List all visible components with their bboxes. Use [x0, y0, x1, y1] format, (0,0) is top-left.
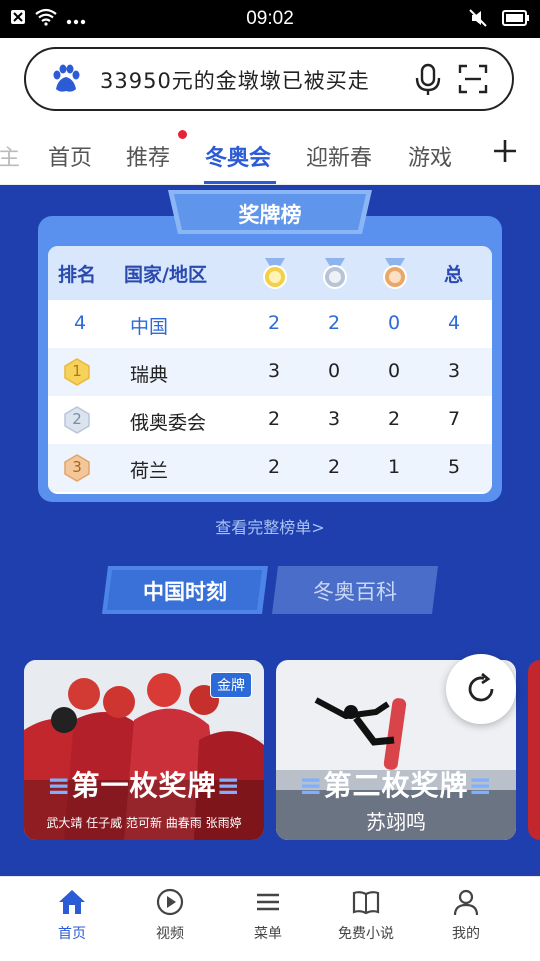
home-icon [57, 890, 87, 921]
header-total: 总 [444, 264, 464, 286]
battery-icon [502, 10, 530, 30]
card-title: ≡第二枚奖牌≡ [299, 769, 493, 802]
medal-row-roc[interactable]: 2 俄奥委会 2 3 2 7 [48, 396, 492, 444]
header-country: 国家/地区 [124, 264, 207, 286]
total-count: 3 [448, 360, 461, 382]
scan-icon[interactable] [458, 64, 488, 98]
medal-table: 排名 国家/地区 总 4 中国 2 2 0 4 1 瑞典 3 0 0 3 2 俄… [48, 246, 492, 494]
rank-3-badge-icon: 3 [64, 454, 90, 482]
header: 33950元的金墩墩已被买走 主 首页 推荐 冬奥会 迎新春 游戏 [0, 38, 540, 185]
bronze-count: 0 [388, 360, 401, 382]
nav-profile[interactable]: 我的 [416, 887, 516, 943]
gold-medal-icon [260, 256, 290, 294]
medal-row-netherlands[interactable]: 3 荷兰 2 2 1 5 [48, 444, 492, 492]
nav-label: 免费小说 [338, 926, 394, 942]
notification-dot [178, 130, 187, 139]
active-tab-indicator [204, 181, 276, 184]
channel-tabs: 主 首页 推荐 冬奥会 迎新春 游戏 [0, 124, 540, 185]
moment-card-first-medal[interactable]: 金牌 ≡第一枚奖牌≡ 武大靖 任子威 范可新 曲春雨 张雨婷 [24, 660, 264, 840]
search-hint-text[interactable]: 33950元的金墩墩已被买走 [100, 65, 370, 95]
country-name: 荷兰 [130, 460, 169, 482]
gold-medal-badge: 金牌 [210, 672, 252, 698]
bronze-medal-icon [380, 256, 410, 294]
card-title-text: 第一枚奖牌 [71, 769, 217, 802]
medal-row-china[interactable]: 4 中国 2 2 0 4 [48, 300, 492, 348]
user-icon [451, 889, 481, 921]
nav-home[interactable]: 首页 [22, 887, 122, 943]
rank-number: 1 [72, 362, 82, 380]
gold-count: 2 [268, 312, 281, 334]
segment-label: 冬奥百科 [313, 580, 397, 604]
total-count: 7 [448, 408, 461, 430]
view-full-ranking-link[interactable]: 查看完整榜单> [0, 514, 540, 538]
card-athletes: 武大靖 任子威 范可新 曲春雨 张雨婷 [46, 816, 242, 830]
nav-video[interactable]: 视频 [120, 887, 220, 943]
nav-menu[interactable]: 菜单 [218, 887, 318, 943]
segment-china-moment[interactable]: 中国时刻 [102, 566, 268, 614]
rank-2-badge-icon: 2 [64, 406, 90, 434]
medal-board-title-plaque: 奖牌榜 [160, 190, 380, 234]
next-card-peek[interactable] [528, 660, 540, 840]
silver-medal-icon [320, 256, 350, 294]
menu-icon [253, 893, 283, 921]
nav-label: 首页 [58, 926, 86, 942]
medal-row-sweden[interactable]: 1 瑞典 3 0 0 3 [48, 348, 492, 396]
silver-count: 2 [328, 456, 341, 478]
card-title: ≡第一枚奖牌≡ [47, 769, 241, 802]
header-rank: 排名 [58, 264, 97, 286]
microphone-icon[interactable] [414, 63, 442, 101]
status-time: 09:02 [246, 8, 294, 29]
rank-1-badge-icon: 1 [64, 358, 90, 386]
gold-count: 2 [268, 456, 281, 478]
segment-label: 中国时刻 [143, 580, 227, 604]
status-bar: 09:02 [0, 0, 540, 38]
nav-label: 视频 [156, 926, 184, 942]
gold-count: 3 [268, 360, 281, 382]
tab-partial[interactable]: 主 [0, 140, 20, 172]
country-name: 瑞典 [130, 364, 169, 386]
tab-new-year[interactable]: 迎新春 [306, 140, 372, 172]
tab-home[interactable]: 首页 [48, 140, 92, 172]
nav-free-novels[interactable]: 免费小说 [316, 887, 416, 943]
total-count: 5 [448, 456, 461, 478]
bronze-count: 0 [388, 312, 401, 334]
card-athlete: 苏翊鸣 [366, 810, 426, 834]
bronze-count: 2 [388, 408, 401, 430]
tab-recommend[interactable]: 推荐 [126, 140, 170, 172]
silver-count: 2 [328, 312, 341, 334]
mute-icon [468, 8, 488, 32]
refresh-icon [464, 672, 498, 710]
tab-games[interactable]: 游戏 [408, 140, 452, 172]
country-name: 俄奥委会 [130, 412, 207, 434]
nav-label: 我的 [452, 926, 480, 942]
rank-number: 3 [72, 458, 82, 476]
rank-number: 2 [72, 410, 82, 428]
bottom-nav: 首页 视频 菜单 免费小说 我的 [0, 876, 540, 961]
segment-winter-encyclopedia[interactable]: 冬奥百科 [272, 566, 438, 614]
medal-table-header: 排名 国家/地区 总 [48, 246, 492, 300]
silver-count: 0 [328, 360, 341, 382]
rank-value: 4 [74, 312, 87, 334]
gold-count: 2 [268, 408, 281, 430]
nav-label: 菜单 [254, 926, 282, 942]
status-right [468, 8, 530, 32]
bronze-count: 1 [388, 456, 401, 478]
refresh-button[interactable] [446, 654, 516, 724]
search-bar[interactable]: 33950元的金墩墩已被买走 [24, 47, 514, 111]
medal-board: 排名 国家/地区 总 4 中国 2 2 0 4 1 瑞典 3 0 0 3 2 俄… [38, 216, 502, 502]
book-icon [351, 891, 381, 921]
tab-winter-olympics[interactable]: 冬奥会 [205, 140, 271, 172]
add-channel-icon[interactable] [492, 138, 518, 168]
baidu-paw-logo-icon [50, 63, 82, 95]
card-title-text: 第二枚奖牌 [323, 769, 469, 802]
country-name: 中国 [130, 316, 169, 338]
play-circle-icon [155, 888, 185, 921]
total-count: 4 [448, 312, 461, 334]
medal-board-title: 奖牌榜 [238, 203, 302, 227]
silver-count: 3 [328, 408, 341, 430]
